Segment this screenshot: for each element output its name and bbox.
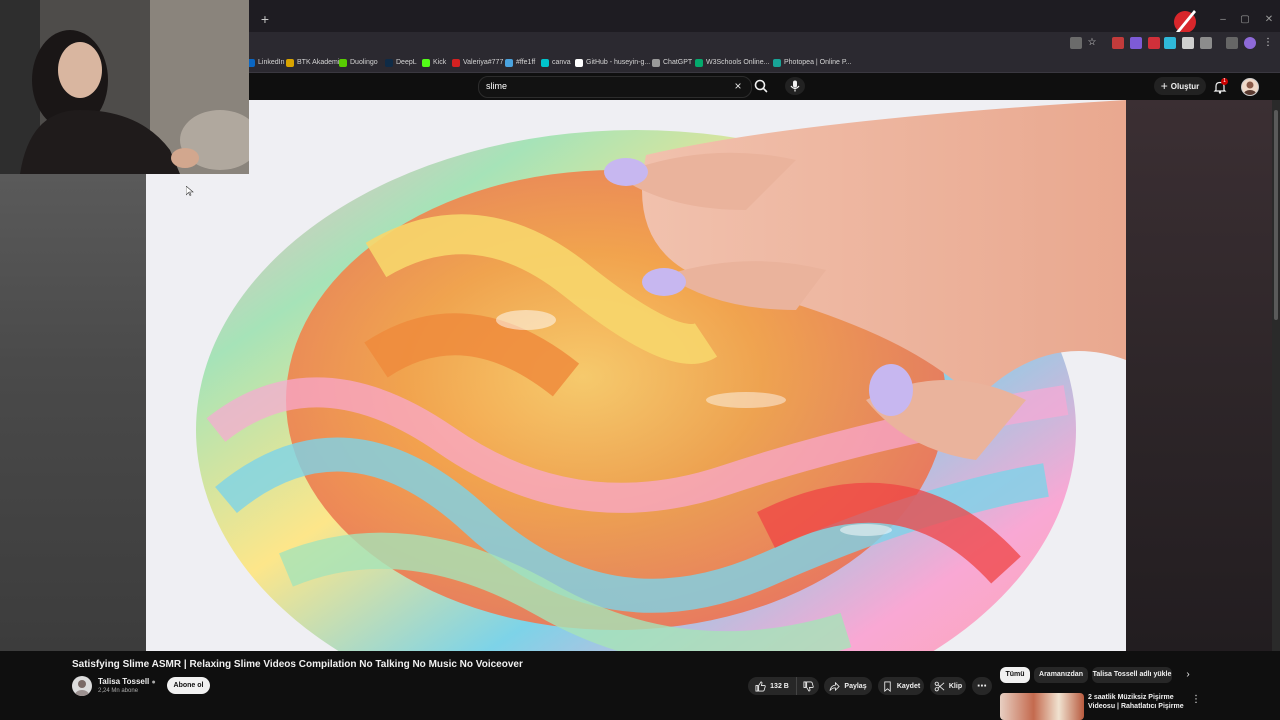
- bookmark-favicon-icon: [541, 59, 549, 67]
- thumbs-down-icon: [803, 681, 814, 691]
- channel-avatar-icon: [75, 680, 89, 696]
- bookmark-favicon-icon: [385, 59, 393, 67]
- verified-badge-icon: ●: [151, 679, 156, 686]
- bookmark-item[interactable]: canva: [541, 57, 571, 69]
- clip-label: Klip: [948, 682, 963, 690]
- left-backdrop: [0, 174, 146, 651]
- bookmark-item[interactable]: Kick: [422, 57, 446, 69]
- thumbs-up-icon: [755, 681, 766, 691]
- profile-sync-icon[interactable]: [1226, 37, 1238, 49]
- webcam-overlay: [0, 0, 249, 174]
- profile-avatar-icon[interactable]: [1244, 37, 1256, 49]
- share-label: Paylaş: [844, 682, 867, 690]
- scrollbar-thumb[interactable]: [1274, 110, 1278, 320]
- search-input[interactable]: [478, 76, 752, 98]
- bookmark-favicon-icon: [695, 59, 703, 67]
- extension-blue-icon[interactable]: [1164, 37, 1176, 49]
- bookmark-favicon-icon: [339, 59, 347, 67]
- account-avatar[interactable]: [1241, 78, 1259, 96]
- chip-from-search[interactable]: Aramanızdan: [1034, 667, 1088, 683]
- search-icon[interactable]: [751, 78, 771, 94]
- bookmark-item[interactable]: ChatGPT: [652, 57, 692, 69]
- webcam-person-image: [0, 0, 249, 174]
- clip-button[interactable]: Klip: [930, 677, 966, 695]
- mouse-cursor-icon: [186, 186, 194, 196]
- like-button[interactable]: 132 B: [748, 677, 796, 695]
- like-count: 132 B: [770, 682, 789, 690]
- bookmark-item[interactable]: Duolingo: [339, 57, 378, 69]
- channel-name-text: Talisa Tossell: [98, 677, 150, 686]
- save-label: Kaydet: [896, 682, 921, 690]
- bookmark-favicon-icon: [575, 59, 583, 67]
- close-window-icon[interactable]: ✕: [1262, 14, 1276, 26]
- save-button[interactable]: Kaydet: [878, 677, 924, 695]
- extension-purple-icon[interactable]: [1130, 37, 1142, 49]
- right-backdrop: [1126, 100, 1280, 651]
- extension-red-icon[interactable]: [1112, 37, 1124, 49]
- video-frame-slime: [146, 100, 1126, 651]
- bookmark-item[interactable]: #ffe1ff: [505, 57, 535, 69]
- user-avatar-icon: [1244, 81, 1256, 95]
- bookmark-item[interactable]: DeepL: [385, 57, 417, 69]
- channel-name[interactable]: Talisa Tossell ●: [98, 677, 156, 686]
- bookmark-favicon-icon: [452, 59, 460, 67]
- dislike-button[interactable]: [796, 677, 819, 695]
- recommendation-menu-icon[interactable]: ⋮: [1191, 694, 1201, 706]
- bookmark-item[interactable]: Valeriya#777: [452, 57, 503, 69]
- voice-search-button[interactable]: [785, 77, 805, 95]
- share-arrow-icon: [829, 681, 841, 691]
- bookmark-favicon-icon: [773, 59, 781, 67]
- recommendation-title[interactable]: 2 saatlik Müziksiz Pişirme Videosu | Rah…: [1088, 693, 1184, 713]
- minimize-icon[interactable]: –: [1216, 14, 1230, 26]
- recommendation-thumbnail[interactable]: [1000, 693, 1084, 720]
- notification-badge: 1: [1221, 78, 1228, 85]
- create-button[interactable]: + Oluştur: [1154, 77, 1206, 95]
- search-query-text[interactable]: slime: [486, 80, 507, 92]
- bookmark-favicon-icon: [286, 59, 294, 67]
- bookmark-item[interactable]: Photopea | Online P...: [773, 57, 851, 69]
- bookmark-favicon-icon: [422, 59, 430, 67]
- create-label: Oluştur: [1170, 81, 1200, 91]
- browser-menu-icon[interactable]: ⋮: [1262, 37, 1274, 49]
- chevron-right-icon[interactable]: ›: [1182, 669, 1194, 681]
- install-app-icon[interactable]: [1070, 37, 1082, 49]
- bookmark-star-icon[interactable]: ☆: [1086, 37, 1098, 49]
- chip-all[interactable]: Tümü: [1000, 667, 1030, 683]
- video-title: Satisfying Slime ASMR | Relaxing Slime V…: [72, 659, 523, 670]
- channel-avatar[interactable]: [72, 676, 92, 696]
- extensions-puzzle-icon[interactable]: [1200, 37, 1212, 49]
- bookmark-favicon-icon: [505, 59, 513, 67]
- extension-white-icon[interactable]: [1182, 37, 1194, 49]
- bookmark-item[interactable]: LinkedIn: [247, 57, 284, 69]
- subscriber-count: 2,24 Mn abone: [98, 688, 139, 694]
- more-actions-button[interactable]: ⋯: [972, 677, 992, 695]
- plus-icon: +: [1160, 79, 1168, 93]
- microphone-icon: [790, 80, 800, 92]
- chip-channel-uploads[interactable]: Talisa Tossell adlı yükle: [1092, 667, 1172, 683]
- bookmark-item[interactable]: W3Schools Online...: [695, 57, 769, 69]
- new-tab-button[interactable]: +: [258, 12, 272, 26]
- scissors-icon: [934, 681, 945, 691]
- bookmark-item[interactable]: GitHub - huseyin-g...: [575, 57, 650, 69]
- bookmark-favicon-icon: [652, 59, 660, 67]
- clear-search-icon[interactable]: ×: [731, 78, 745, 94]
- extension-heart-icon[interactable]: [1148, 37, 1160, 49]
- maximize-icon[interactable]: ▢: [1238, 14, 1252, 26]
- subscribe-button[interactable]: Abone ol: [167, 677, 210, 694]
- bookmark-icon: [884, 681, 891, 692]
- bookmark-item[interactable]: BTK Akademi: [286, 57, 339, 69]
- video-player[interactable]: [146, 100, 1126, 651]
- share-button[interactable]: Paylaş: [824, 677, 872, 695]
